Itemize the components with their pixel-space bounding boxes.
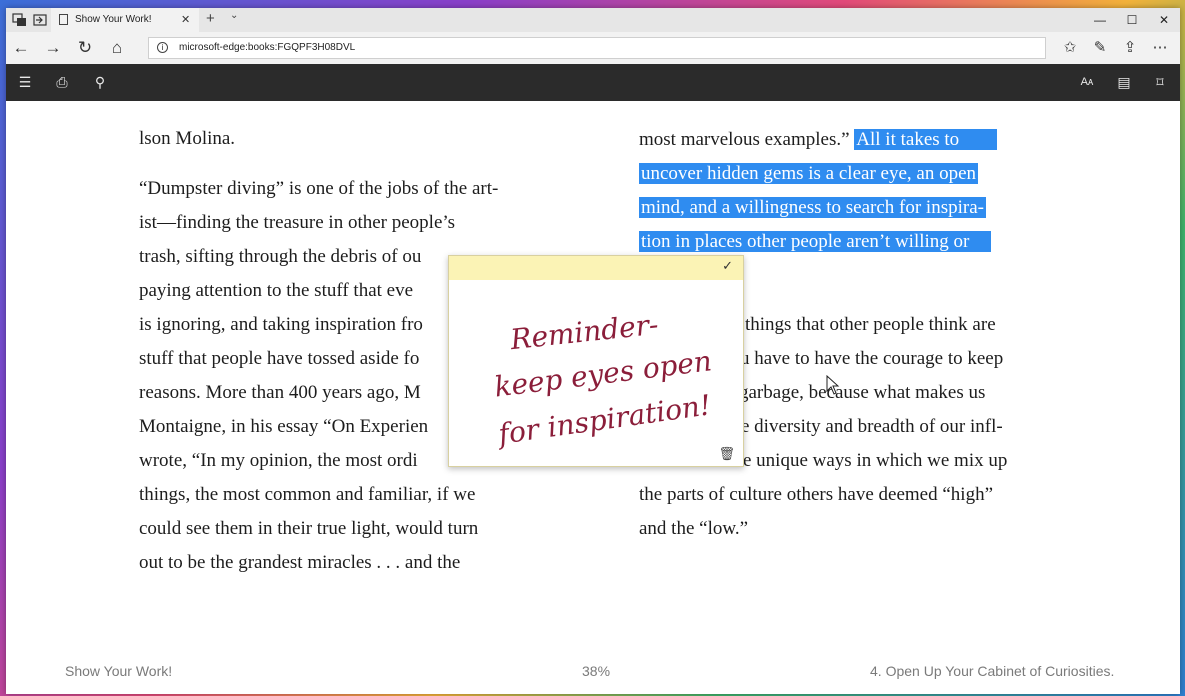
text-line: most marvelous examples.” All it takes t…: [639, 129, 998, 151]
favorites-icon[interactable]: ✩: [1056, 36, 1084, 60]
search-icon[interactable]: ⚲: [89, 72, 111, 92]
note-delete-icon[interactable]: 🗑: [718, 446, 735, 462]
text-line: garbage, because what makes us: [739, 382, 986, 403]
text-line: “Dumpster diving” is one of the jobs of …: [139, 178, 499, 199]
text-line: is ignoring, and taking inspiration fro: [139, 314, 423, 335]
reader-toolbar: ☰ ⎙ ⚲ Aᴀ ▤ ⌑: [6, 64, 1180, 101]
address-bar[interactable]: i microsoft-edge:books:FGQPF3H08DVL: [148, 37, 1046, 59]
footer-chapter-title[interactable]: 4. Open Up Your Cabinet of Curiosities.: [870, 663, 1114, 679]
text-line: u have to have the courage to keep: [740, 348, 1004, 369]
tab-title: Show Your Work!: [75, 14, 152, 25]
text-line: lson Molina.: [139, 128, 236, 149]
table-of-contents-icon[interactable]: ☰: [14, 72, 36, 92]
text-line: mind, and a willingness to search for in…: [639, 197, 986, 219]
tab-overview-icon[interactable]: [12, 12, 28, 28]
bookmarks-list-icon[interactable]: ⎙: [51, 72, 73, 92]
text-highlight[interactable]: tion in places other people aren’t willi…: [639, 231, 992, 252]
read-aloud-icon[interactable]: ▤: [1113, 72, 1135, 92]
tab-close-icon[interactable]: ✕: [181, 8, 190, 32]
text-plain: most marvelous examples.”: [639, 129, 855, 150]
text-line: and the “low.”: [639, 518, 749, 539]
text-line: the parts of culture others have deemed …: [639, 484, 993, 505]
text-line: e diversity and breadth of our infl-: [741, 416, 1003, 437]
text-line: uncover hidden gems is a clear eye, an o…: [639, 163, 979, 185]
text-line: things, the most common and familiar, if…: [139, 484, 476, 505]
tab-show-your-work[interactable]: Show Your Work! ✕: [51, 8, 199, 32]
browser-window: Show Your Work! ✕ + ⌄ — ☐ ✕ ← → ↻ ⌂ i mi…: [6, 8, 1180, 694]
more-icon[interactable]: ⋯: [1146, 36, 1174, 60]
tab-preview-chevron-icon[interactable]: ⌄: [230, 10, 238, 21]
ink-line: Reminder-: [508, 308, 660, 356]
book-favicon-icon: [59, 14, 68, 25]
text-line: Montaigne, in his essay “On Experien: [139, 416, 429, 437]
text-line: things that other people think are: [745, 314, 996, 335]
text-highlight[interactable]: uncover hidden gems is a clear eye, an o…: [639, 163, 979, 184]
reading-progress: 38%: [582, 663, 611, 679]
text-highlight[interactable]: mind, and a willingness to search for in…: [639, 197, 986, 218]
new-tab-button[interactable]: +: [206, 8, 215, 30]
text-line: e unique ways in which we mix up: [743, 450, 1008, 471]
pen-icon[interactable]: ✎: [1086, 36, 1114, 60]
tab-bar: Show Your Work! ✕ + ⌄ — ☐ ✕: [6, 8, 1180, 32]
footer-book-title: Show Your Work!: [65, 663, 173, 679]
navigation-bar: ← → ↻ ⌂ i microsoft-edge:books:FGQPF3H08…: [6, 32, 1180, 64]
refresh-button[interactable]: ↻: [72, 36, 98, 60]
mouse-cursor-icon: [826, 375, 840, 395]
sticky-note[interactable]: ✓ Reminder- keep eyes open for inspirati…: [448, 255, 744, 467]
text-line: tion in places other people aren’t willi…: [639, 231, 992, 253]
close-window-button[interactable]: ✕: [1148, 8, 1180, 32]
text-line: paying attention to the stuff that eve: [139, 280, 414, 301]
site-info-icon[interactable]: i: [157, 42, 168, 53]
back-button[interactable]: ←: [8, 36, 34, 60]
text-line: out to be the grandest miracles . . . an…: [139, 552, 461, 573]
set-aside-tabs-icon[interactable]: [32, 12, 48, 28]
maximize-button[interactable]: ☐: [1116, 8, 1148, 32]
handwriting-ink: Reminder- keep eyes open for inspiration…: [493, 308, 714, 451]
minimize-button[interactable]: —: [1084, 8, 1116, 32]
text-highlight[interactable]: All it takes to: [854, 129, 998, 150]
text-line: reasons. More than 400 years ago, M: [139, 382, 421, 403]
share-icon[interactable]: ⇪: [1116, 36, 1144, 60]
address-url: microsoft-edge:books:FGQPF3H08DVL: [179, 42, 356, 53]
text-line: could see them in their true light, woul…: [139, 518, 479, 539]
text-line: stuff that people have tossed aside fo: [139, 348, 420, 369]
text-options-icon[interactable]: Aᴀ: [1076, 72, 1098, 92]
home-button[interactable]: ⌂: [104, 36, 130, 60]
add-bookmark-icon[interactable]: ⌑: [1149, 72, 1171, 92]
text-line: wrote, “In my opinion, the most ordi: [139, 450, 418, 471]
forward-button[interactable]: →: [40, 36, 66, 60]
text-line: trash, sifting through the debris of ou: [139, 246, 422, 267]
text-line: ist—finding the treasure in other people…: [139, 212, 456, 233]
